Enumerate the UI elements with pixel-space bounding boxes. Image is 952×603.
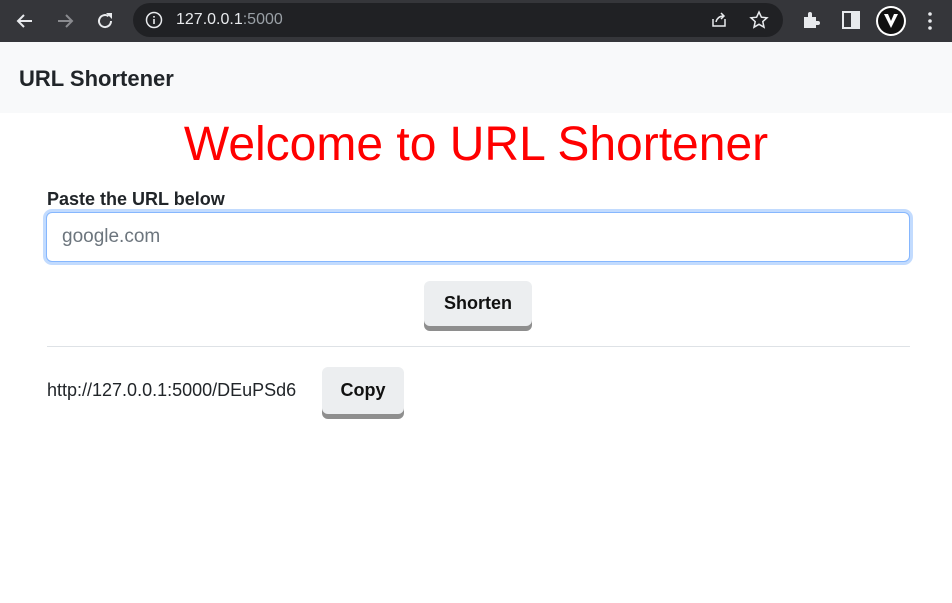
forward-button[interactable]	[49, 5, 81, 37]
forward-icon	[58, 14, 74, 28]
url-input[interactable]	[46, 212, 910, 262]
address-bar[interactable]: 127.0.0.1:5000	[133, 3, 783, 37]
info-icon[interactable]	[145, 11, 163, 29]
star-icon[interactable]	[749, 10, 769, 30]
copy-button[interactable]: Copy	[322, 367, 404, 414]
side-panel-icon[interactable]	[840, 9, 862, 31]
page-title: Welcome to URL Shortener	[183, 118, 769, 171]
share-icon[interactable]	[709, 10, 729, 30]
reload-icon	[98, 13, 113, 29]
address-host: 127.0.0.1	[176, 11, 243, 28]
reload-button[interactable]	[89, 5, 121, 37]
profile-button[interactable]	[876, 6, 906, 36]
menu-icon[interactable]	[920, 10, 940, 32]
address-url[interactable]: 127.0.0.1:5000	[176, 11, 283, 29]
navbar-brand[interactable]: URL Shortener	[19, 66, 174, 92]
browser-toolbar: 127.0.0.1:5000	[0, 0, 952, 42]
shorten-button[interactable]: Shorten	[424, 281, 532, 326]
extensions-icon[interactable]	[800, 9, 822, 31]
address-port: :5000	[242, 11, 283, 28]
back-icon	[16, 14, 32, 28]
profile-icon	[878, 8, 904, 34]
app-navbar: URL Shortener	[0, 42, 952, 113]
divider	[47, 346, 910, 347]
url-input-label: Paste the URL below	[47, 189, 225, 209]
short-url-text: http://127.0.0.1:5000/DEuPSd6	[47, 380, 297, 400]
back-button[interactable]	[9, 5, 41, 37]
